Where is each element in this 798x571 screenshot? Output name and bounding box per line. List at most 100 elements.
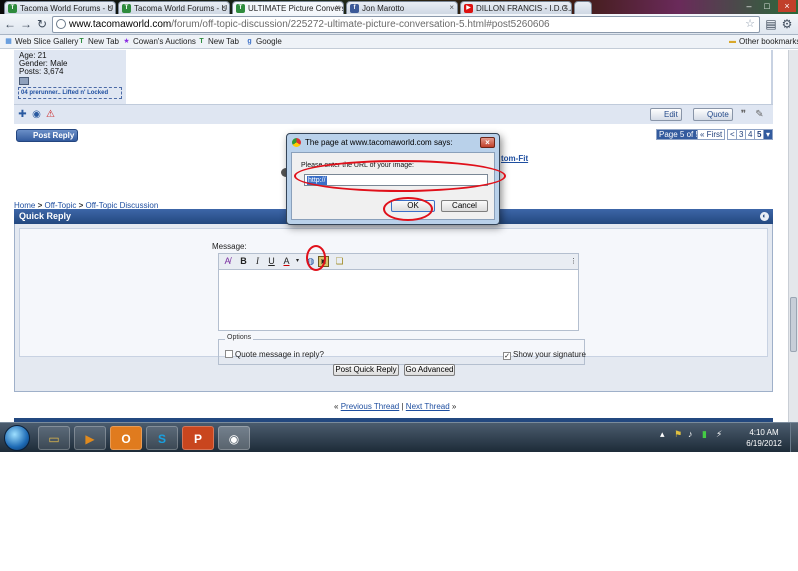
back-icon[interactable]: ← <box>3 17 17 31</box>
previous-thread-link[interactable]: Previous Thread <box>341 402 400 411</box>
next-thread-link[interactable]: Next Thread <box>406 402 450 411</box>
address-bar[interactable]: www.tacomaworld.com/forum/off-topic-disc… <box>52 16 760 33</box>
windows-taskbar: ▭ ▶ O S P ◉ ▴ ⚑ ♪ ▮ ⚡ 4:10 AM 6/19/2012 <box>0 422 798 452</box>
bookmark-new-tab[interactable]: T New Tab <box>77 37 119 46</box>
font-color-icon[interactable]: A <box>281 256 292 267</box>
reload-icon[interactable]: ↻ <box>35 17 49 31</box>
browser-tab[interactable]: T Tacoma World Forums - U × <box>4 1 116 14</box>
browser-tab[interactable]: ▶ DILLON FRANCIS - I.D.G.A. × <box>460 1 572 14</box>
user-signature: 04 prerunner.. Lifted n' Locked <box>18 87 122 99</box>
user-gallery-icon[interactable] <box>19 77 29 85</box>
bookmark-star-icon[interactable]: ☆ <box>745 17 755 32</box>
edit-button[interactable]: Edit <box>650 108 682 121</box>
post-quick-reply-button[interactable]: Post Quick Reply <box>333 364 399 376</box>
insert-quote-icon[interactable]: ❏ <box>334 256 345 267</box>
bookmark-label: New Tab <box>88 37 119 46</box>
bookmark-google[interactable]: g Google <box>245 37 281 46</box>
screen: T Tacoma World Forums - U × T Tacoma Wor… <box>0 0 798 452</box>
ok-button[interactable]: OK <box>391 200 435 212</box>
maximize-icon[interactable]: □ <box>758 0 776 12</box>
close-tab-icon[interactable]: × <box>107 3 112 12</box>
reputation-icon[interactable]: ✚ <box>17 109 28 120</box>
clock[interactable]: 4:10 AM 6/19/2012 <box>742 427 786 449</box>
powerpoint-icon[interactable]: P <box>182 426 214 450</box>
close-tab-icon[interactable]: × <box>221 3 226 12</box>
page-jump-icon[interactable]: ▾ <box>763 129 774 140</box>
page-menu-icon[interactable]: ▤ <box>764 17 778 31</box>
power-icon[interactable]: ⚡ <box>716 429 722 440</box>
quick-reply-form: Message: A̸ B I U A ▾ ◍ ▣ ❏ ⋮ Options Qu… <box>19 228 768 365</box>
wrench-icon[interactable]: ⚙ <box>780 17 794 31</box>
quote-button[interactable]: Quote <box>693 108 733 121</box>
other-bookmarks[interactable]: ▬ Other bookmarks <box>728 37 798 46</box>
tab-title: Tacoma World Forums - U <box>134 4 228 13</box>
close-tab-icon[interactable]: × <box>449 3 454 12</box>
bold-icon[interactable]: B <box>238 256 249 267</box>
report-icon[interactable]: ◉ <box>31 109 42 120</box>
collapse-icon[interactable]: ◐ <box>760 212 769 221</box>
bookmark-web-slice-gallery[interactable]: ▦ Web Slice Gallery <box>4 37 78 46</box>
checkbox-unchecked[interactable] <box>225 350 233 358</box>
tab-title: Jon Marotto <box>362 4 405 13</box>
browser-tab[interactable]: f Jon Marotto × <box>346 1 458 14</box>
checkbox-checked[interactable]: ✓ <box>503 352 511 360</box>
skype-icon[interactable]: S <box>146 426 178 450</box>
minimize-icon[interactable]: – <box>740 0 758 12</box>
edit-label: Edit <box>664 110 678 119</box>
first-page-link[interactable]: « First <box>697 129 726 140</box>
go-advanced-button[interactable]: Go Advanced <box>404 364 455 376</box>
insert-link-icon[interactable]: ◍ <box>305 256 316 267</box>
browser-tab-active[interactable]: T ULTIMATE Picture Convers × <box>232 1 344 14</box>
browser-tab[interactable]: T Tacoma World Forums - U × <box>118 1 230 14</box>
folder-icon: ▬ <box>729 38 736 45</box>
media-player-icon[interactable]: ▶ <box>74 426 106 450</box>
start-button[interactable] <box>4 425 30 451</box>
message-editor[interactable] <box>218 269 579 331</box>
chrome-taskbar-icon[interactable]: ◉ <box>218 426 250 450</box>
outlook-icon[interactable]: O <box>110 426 142 450</box>
chrome-icon <box>292 138 301 147</box>
quote-message-checkbox[interactable]: Quote message in reply? <box>225 350 324 359</box>
editor-resize-icon[interactable]: ⋮ <box>568 256 579 267</box>
editor-toolbar: A̸ B I U A ▾ ◍ ▣ ❏ ⋮ <box>218 253 579 269</box>
close-tab-icon[interactable]: × <box>335 3 340 12</box>
show-signature-checkbox[interactable]: ✓ Show your signature <box>503 350 586 360</box>
close-tab-icon[interactable]: × <box>563 3 568 12</box>
close-icon[interactable]: × <box>480 137 495 148</box>
close-window-icon[interactable]: × <box>778 0 796 12</box>
bookmark-label: New Tab <box>208 37 239 46</box>
show-desktop-button[interactable] <box>790 423 798 452</box>
quick-reply-icon[interactable]: ✎ <box>754 109 765 120</box>
network-icon[interactable]: ▮ <box>702 429 707 440</box>
forward-icon[interactable]: → <box>19 17 33 31</box>
insert-image-icon[interactable]: ▣ <box>318 256 329 267</box>
multiquote-icon[interactable]: ❞ <box>738 109 749 120</box>
underline-icon[interactable]: U <box>266 256 277 267</box>
dialog-message: Please enter the URL of your image: <box>301 162 414 169</box>
cancel-button[interactable]: Cancel <box>441 200 488 212</box>
remove-format-icon[interactable]: A̸ <box>222 256 233 267</box>
show-signature-label: Show your signature <box>513 350 586 359</box>
italic-icon[interactable]: I <box>252 256 263 267</box>
message-textarea[interactable] <box>219 270 578 330</box>
facebook-favicon-icon: f <box>350 4 359 13</box>
bookmark-new-tab[interactable]: T New Tab <box>197 37 239 46</box>
warning-icon[interactable]: ⚠ <box>45 109 56 120</box>
tacomaworld-favicon-icon: T <box>122 4 131 13</box>
new-tab-button[interactable] <box>574 1 592 14</box>
image-url-input[interactable] <box>304 174 488 186</box>
scrollbar-thumb[interactable] <box>790 297 797 352</box>
explorer-icon[interactable]: ▭ <box>38 426 70 450</box>
browser-tab-strip: T Tacoma World Forums - U × T Tacoma Wor… <box>0 0 798 14</box>
partial-link[interactable]: tom-Fit <box>501 154 528 163</box>
bookmark-cowans-auctions[interactable]: ★ Cowan's Auctions <box>122 37 196 46</box>
tacomaworld-favicon-icon: T <box>8 4 17 13</box>
vertical-scrollbar[interactable] <box>788 50 798 422</box>
action-center-icon[interactable]: ⚑ <box>674 429 682 440</box>
post-reply-button[interactable]: Post Reply <box>16 129 78 142</box>
browser-toolbar: ← → ↻ www.tacomaworld.com/forum/off-topi… <box>0 14 798 35</box>
tray-expand-icon[interactable]: ▴ <box>660 429 665 440</box>
volume-icon[interactable]: ♪ <box>688 429 693 439</box>
clock-date: 6/19/2012 <box>746 439 782 448</box>
chevron-down-icon[interactable]: ▾ <box>292 256 303 267</box>
